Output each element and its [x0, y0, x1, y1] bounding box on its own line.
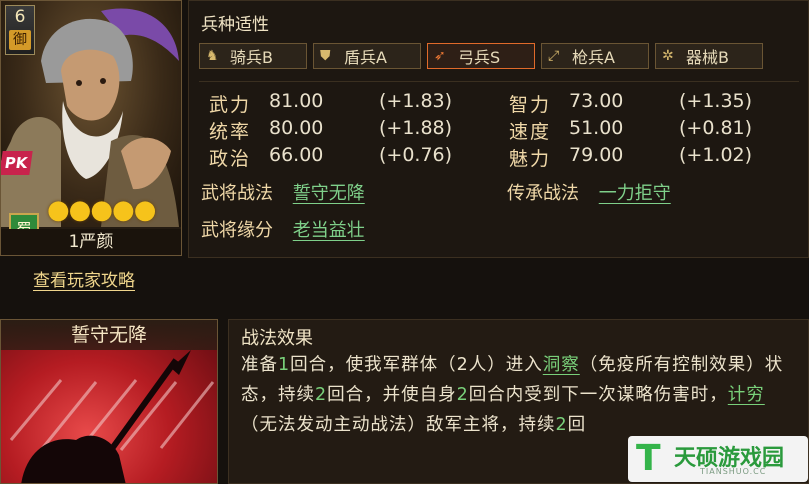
cost-badge: 6 御: [5, 5, 35, 55]
keyword-link[interactable]: 计穷: [728, 385, 765, 405]
effect-text: （无法发动主动战法）敌军主将，持续: [241, 415, 556, 435]
pk-tag: PK: [1, 151, 33, 175]
hero-card[interactable]: 6 御 PK 蜀 ●●●●● 1严颜: [0, 0, 182, 256]
stat-label: 魅力: [509, 148, 552, 170]
stat-label: 速度: [509, 121, 552, 143]
stat-label: 智力: [509, 94, 552, 116]
aptitude-cavalry[interactable]: ♞ 骑兵B: [199, 43, 307, 69]
stat-row: 智力 73.00 (+1.35): [509, 90, 752, 117]
stat-row: 魅力 79.00 (+1.02): [509, 144, 752, 171]
stat-label: 武力: [209, 94, 252, 116]
horse-icon: ♞: [206, 48, 219, 64]
stat-bonus: (+0.76): [379, 144, 453, 166]
fate-link[interactable]: 老当益壮: [293, 220, 365, 241]
effect-number: 2: [555, 415, 568, 435]
stat-value: 80.00: [269, 117, 324, 139]
watermark-url: TIANSHUO.CC: [700, 467, 767, 476]
aptitude-title: 兵种适性: [201, 15, 269, 35]
skill-art-title: 誓守无降: [1, 320, 217, 350]
aptitude-list: ♞ 骑兵B ⛊ 盾兵A ➶ 弓兵S ⤢ 枪兵A ✲ 器械B: [199, 43, 763, 69]
stat-row: 统率 80.00 (+1.88): [209, 117, 452, 144]
aptitude-label: 弓兵S: [458, 48, 501, 67]
effect-description: 准备1回合，使我军群体（2人）进入洞察（免疫所有控制效果）状态，持续2回合，并使…: [241, 350, 801, 440]
stat-bonus: (+1.35): [679, 90, 753, 112]
effect-text: 回合，并使自身: [327, 385, 457, 405]
aptitude-label: 骑兵B: [230, 48, 273, 67]
effect-title: 战法效果: [241, 328, 313, 349]
troop-type-char: 御: [9, 30, 31, 50]
hero-skill-label: 武将战法: [201, 183, 273, 204]
stat-value: 66.00: [269, 144, 324, 166]
skill-art-card: 誓守无降: [0, 319, 218, 484]
stat-bonus: (+0.81): [679, 117, 753, 139]
inherit-skill-label: 传承战法: [507, 183, 579, 204]
effect-number: 2: [315, 385, 328, 405]
stat-value: 79.00: [569, 144, 624, 166]
aptitude-label: 盾兵A: [344, 48, 387, 67]
effect-text: 回合，使我军群体（2人）进入: [290, 355, 543, 375]
stat-bonus: (+1.02): [679, 144, 753, 166]
hero-name: 1严颜: [1, 229, 181, 255]
stat-row: 政治 66.00 (+0.76): [209, 144, 452, 171]
aptitude-spear[interactable]: ⤢ 枪兵A: [541, 43, 649, 69]
stat-value: 81.00: [269, 90, 324, 112]
effect-text: 回: [567, 415, 587, 435]
effect-text: 回合内受到下一次谋略伤害时，: [468, 385, 728, 405]
keyword-link[interactable]: 洞察: [543, 355, 580, 375]
effect-number: 1: [278, 355, 291, 375]
fate-label: 武将缘分: [201, 220, 273, 241]
stat-row: 武力 81.00 (+1.83): [209, 90, 452, 117]
star-rating: ●●●●●: [47, 195, 156, 225]
star-icons: ●●●●●: [47, 195, 156, 225]
player-guide-link[interactable]: 查看玩家攻略: [33, 266, 135, 291]
gear-icon: ✲: [662, 48, 674, 64]
hero-info-panel: 兵种适性 ♞ 骑兵B ⛊ 盾兵A ➶ 弓兵S ⤢ 枪兵A ✲ 器械B 武力 81…: [188, 0, 809, 258]
hero-skill-link[interactable]: 誓守无降: [293, 183, 365, 204]
stat-label: 政治: [209, 148, 252, 170]
inherit-skill-link[interactable]: 一力拒守: [599, 183, 671, 204]
inherit-skill-row: 传承战法 一力拒守: [507, 179, 671, 205]
watermark-logo-icon: T: [636, 438, 661, 479]
shield-icon: ⛊: [320, 48, 331, 64]
aptitude-shield[interactable]: ⛊ 盾兵A: [313, 43, 421, 69]
stat-bonus: (+1.83): [379, 90, 453, 112]
aptitude-label: 枪兵A: [572, 48, 615, 67]
bow-icon: ➶: [434, 48, 446, 64]
stats-table: 武力 81.00 (+1.83) 统率 80.00 (+1.88) 政治 66.…: [199, 81, 799, 173]
effect-number: 2: [456, 385, 469, 405]
fate-row: 武将缘分 老当益壮: [201, 216, 365, 242]
aptitude-archer[interactable]: ➶ 弓兵S: [427, 43, 535, 69]
cost-value: 6: [14, 7, 26, 27]
effect-text: 准备: [241, 355, 278, 375]
stat-value: 73.00: [569, 90, 624, 112]
stat-bonus: (+1.88): [379, 117, 453, 139]
site-watermark: T 天硕游戏园 TIANSHUO.CC: [628, 436, 808, 482]
stat-label: 统率: [209, 121, 252, 143]
stat-row: 速度 51.00 (+0.81): [509, 117, 752, 144]
aptitude-siege[interactable]: ✲ 器械B: [655, 43, 763, 69]
spear-icon: ⤢: [548, 48, 560, 64]
aptitude-label: 器械B: [686, 48, 729, 67]
stat-value: 51.00: [569, 117, 624, 139]
hero-skill-row: 武将战法 誓守无降: [201, 179, 365, 205]
